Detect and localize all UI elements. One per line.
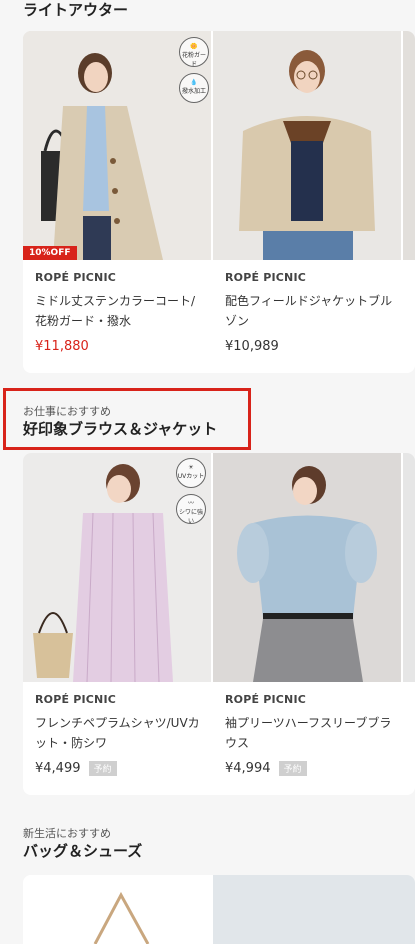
- next-product-peek[interactable]: [403, 453, 415, 682]
- product-carousel-bags: [23, 875, 415, 944]
- preorder-tag: 予約: [88, 761, 117, 776]
- product-name[interactable]: 袖プリーツハーフスリーブブラウス: [225, 713, 395, 753]
- product-brand: ROPÉ PICNIC: [225, 693, 307, 706]
- product-card[interactable]: ROPÉ PICNIC 袖プリーツハーフスリーブブラウス ¥4,994 予約: [213, 453, 401, 795]
- product-card[interactable]: 🌼 花粉ガード 💧 撥水加工 10%OFF ROPÉ PICNIC ミドル丈ステンカ…: [23, 31, 211, 373]
- product-card[interactable]: [23, 875, 211, 944]
- product-brand: ROPÉ PICNIC: [225, 271, 307, 284]
- uv-cut-icon: ☀ UVカット: [176, 458, 206, 488]
- pollen-guard-icon: 🌼 花粉ガード: [179, 37, 209, 68]
- product-price: ¥4,994 予約: [225, 761, 307, 776]
- product-brand: ROPÉ PICNIC: [35, 271, 117, 284]
- highlight-box: [3, 388, 251, 450]
- product-image[interactable]: [213, 453, 401, 682]
- section-title: ライトアウター: [23, 1, 129, 19]
- product-carousel-light-outer: 🌼 花粉ガード 💧 撥水加工 10%OFF ROPÉ PICNIC ミドル丈ステンカ…: [23, 31, 415, 373]
- product-carousel-work: ☀ UVカット 〰シワに強い ROPÉ PICNIC フレンチペプラムシャツ/UV…: [23, 453, 415, 795]
- product-image[interactable]: 🌼 花粉ガード 💧 撥水加工 10%OFF: [23, 31, 211, 260]
- product-name[interactable]: フレンチペプラムシャツ/UVカット・防シワ: [35, 713, 205, 753]
- price-value: ¥4,994: [225, 761, 271, 776]
- discount-badge: 10%OFF: [23, 246, 77, 260]
- section-light-outer-header: ライトアウター: [23, 0, 128, 20]
- product-name[interactable]: ミドル丈ステンカラーコート/花粉ガード・撥水: [35, 291, 205, 331]
- product-image[interactable]: [213, 875, 415, 944]
- product-price: ¥4,499 予約: [35, 761, 117, 776]
- preorder-tag: 予約: [278, 761, 307, 776]
- next-product-peek[interactable]: [403, 31, 415, 260]
- section-title: バッグ＆シューズ: [23, 842, 143, 860]
- product-image[interactable]: ☀ UVカット 〰シワに強い: [23, 453, 211, 682]
- wrinkle-resistant-icon: 〰シワに強い: [176, 494, 206, 525]
- section-subtitle: 新生活におすすめ: [23, 827, 111, 840]
- product-brand: ROPÉ PICNIC: [35, 693, 117, 706]
- section-bags-header: 新生活におすすめ バッグ＆シューズ: [23, 827, 142, 861]
- product-price: ¥11,880: [35, 339, 89, 354]
- product-name[interactable]: 配色フィールドジャケットブルゾン: [225, 291, 395, 331]
- product-card[interactable]: ROPÉ PICNIC 配色フィールドジャケットブルゾン ¥10,989: [213, 31, 401, 373]
- product-price: ¥10,989: [225, 339, 279, 354]
- product-card[interactable]: ☀ UVカット 〰シワに強い ROPÉ PICNIC フレンチペプラムシャツ/UV…: [23, 453, 211, 795]
- product-image[interactable]: [23, 875, 211, 944]
- product-image[interactable]: [213, 31, 401, 260]
- price-value: ¥4,499: [35, 761, 81, 776]
- product-card[interactable]: [213, 875, 415, 944]
- water-repellent-icon: 💧 撥水加工: [179, 73, 209, 103]
